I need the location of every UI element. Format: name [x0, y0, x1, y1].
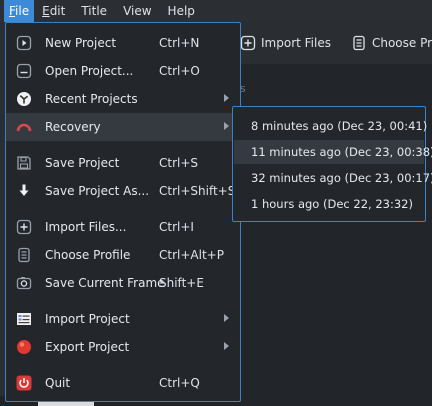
clock-icon: [16, 91, 32, 107]
menu-item-export-project[interactable]: Export Project: [6, 333, 240, 361]
open-project-icon: [16, 63, 32, 79]
recovery-item[interactable]: 11 minutes ago (Dec 23, 00:38): [234, 140, 432, 164]
menu-item-quit[interactable]: Quit Ctrl+Q: [6, 369, 240, 397]
profile-icon: [16, 247, 32, 263]
file-menu: New Project Ctrl+N Open Project... Ctrl+…: [5, 22, 241, 402]
recovery-icon: [16, 119, 32, 135]
profile-icon: [353, 35, 365, 51]
menu-item-save-project[interactable]: Save Project Ctrl+S: [6, 149, 240, 177]
menu-view[interactable]: View: [115, 0, 159, 22]
menu-item-save-project-as[interactable]: Save Project As... Ctrl+Shift+S: [6, 177, 240, 205]
submenu-arrow-icon: [224, 94, 229, 102]
menu-help[interactable]: Help: [160, 0, 203, 22]
main-toolbar: Import Files Choose Profi: [232, 24, 432, 62]
menu-item-choose-profile[interactable]: Choose Profile Ctrl+Alt+P: [6, 241, 240, 269]
menu-title[interactable]: Title: [73, 0, 115, 22]
submenu-arrow-icon: [224, 314, 229, 322]
timeline-handle[interactable]: [38, 402, 94, 406]
menu-item-recovery[interactable]: Recovery: [6, 113, 240, 141]
menu-bar: File Edit Title View Help: [0, 0, 432, 22]
menu-item-save-current-frame[interactable]: Save Current Frame Shift+E: [6, 269, 240, 297]
menu-file[interactable]: File: [4, 0, 35, 22]
export-project-icon: [16, 339, 32, 355]
import-project-icon: [16, 311, 32, 327]
menu-item-new-project[interactable]: New Project Ctrl+N: [6, 29, 240, 57]
save-as-icon: [16, 183, 32, 199]
submenu-arrow-icon: [224, 342, 229, 350]
menu-edit[interactable]: Edit: [34, 0, 73, 22]
power-icon: [16, 375, 32, 391]
menu-item-import-project[interactable]: Import Project: [6, 305, 240, 333]
recovery-submenu: 8 minutes ago (Dec 23, 00:41) 11 minutes…: [232, 106, 432, 222]
import-files-button[interactable]: Import Files: [240, 35, 331, 51]
menu-item-open-project[interactable]: Open Project... Ctrl+O: [6, 57, 240, 85]
import-files-icon: [16, 219, 32, 235]
plus-icon: [240, 35, 256, 51]
menu-item-import-files[interactable]: Import Files... Ctrl+I: [6, 213, 240, 241]
recovery-item[interactable]: 1 hours ago (Dec 22, 23:32): [234, 192, 424, 216]
submenu-arrow-icon: [224, 122, 229, 130]
new-project-icon: [16, 35, 32, 51]
menu-item-recent-projects[interactable]: Recent Projects: [6, 85, 240, 113]
recovery-item[interactable]: 32 minutes ago (Dec 23, 00:17): [234, 166, 432, 190]
camera-icon: [16, 275, 32, 291]
choose-profile-button[interactable]: Choose Profi: [351, 35, 432, 51]
recovery-item[interactable]: 8 minutes ago (Dec 23, 00:41): [234, 114, 427, 138]
save-icon: [16, 155, 32, 171]
